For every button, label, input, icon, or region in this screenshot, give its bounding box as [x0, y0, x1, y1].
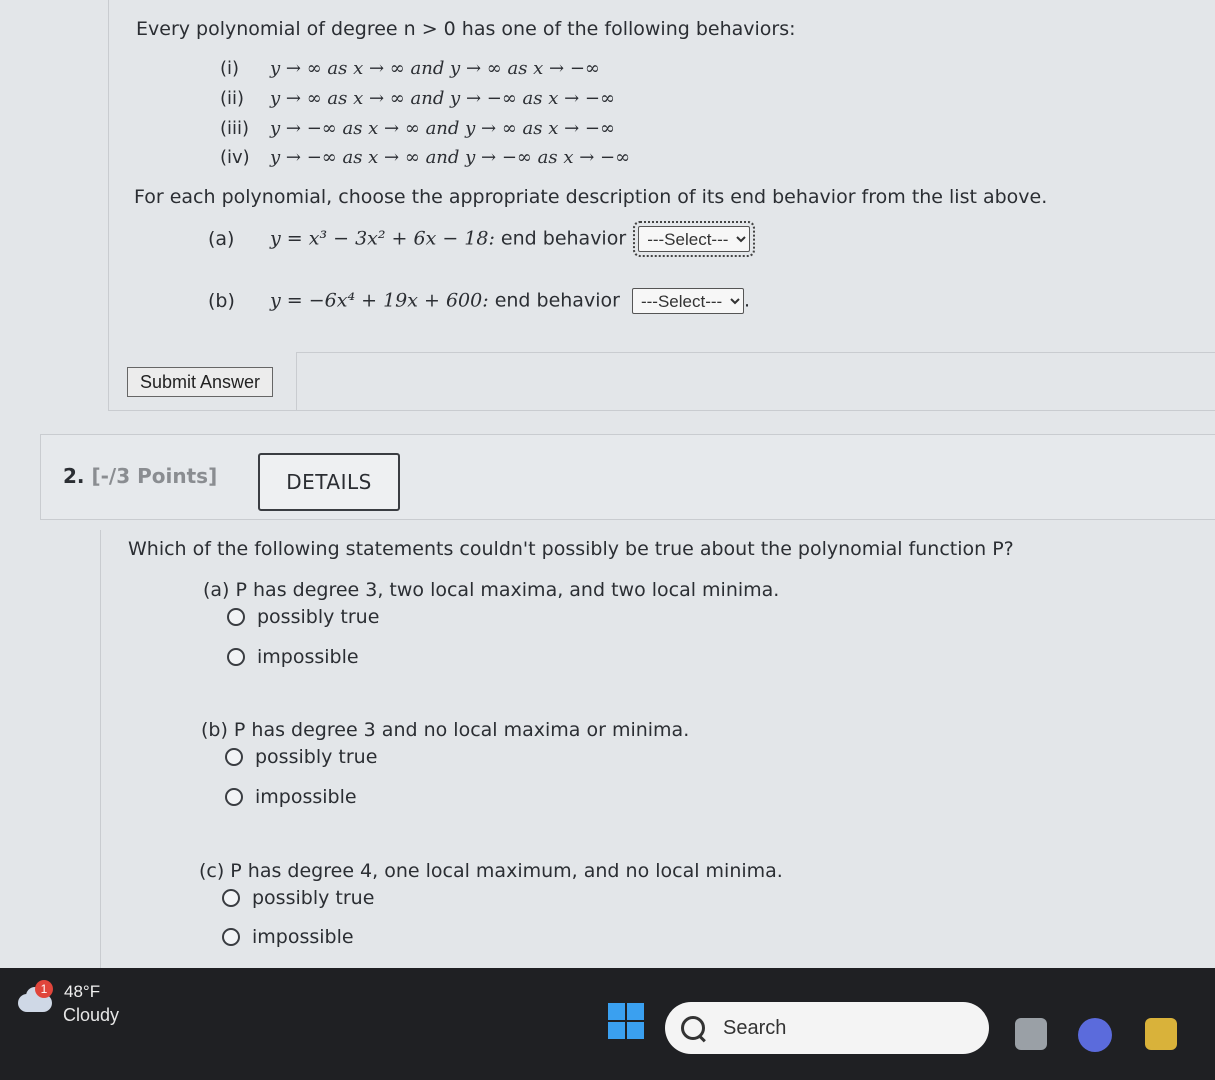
- behavior-text: y → ∞ as x → ∞ and y → ∞ as x → −∞: [270, 58, 600, 79]
- option-label: possibly true: [255, 746, 378, 768]
- part-b: (b) y = −6x⁴ + 19x + 600: end behavior --…: [208, 288, 750, 314]
- divider: [296, 352, 297, 410]
- question-points: [-/3 Points]: [91, 464, 218, 488]
- behavior-number: (i): [220, 58, 240, 79]
- radio-button[interactable]: [222, 889, 240, 907]
- q2-part-a-option-impossible[interactable]: impossible: [227, 646, 359, 668]
- q2-part-a-label: (a) P has degree 3, two local maxima, an…: [203, 579, 780, 601]
- windows-start-icon[interactable]: [608, 1003, 644, 1039]
- behavior-number: (ii): [220, 88, 245, 109]
- question-1-prompt: For each polynomial, choose the appropri…: [134, 186, 1048, 208]
- q2-part-a-option-possibly-true[interactable]: possibly true: [227, 606, 379, 628]
- file-explorer-icon[interactable]: [1015, 1018, 1047, 1050]
- question-2-number: 2. [-/3 Points]: [63, 464, 217, 488]
- option-label: possibly true: [257, 606, 380, 628]
- behavior-text: y → ∞ as x → ∞ and y → −∞ as x → −∞: [270, 88, 615, 109]
- option-label: possibly true: [252, 887, 375, 909]
- behavior-item: (i) y → ∞ as x → ∞ and y → ∞ as x → −∞: [220, 58, 600, 79]
- q2-part-c-label: (c) P has degree 4, one local maximum, a…: [199, 860, 783, 882]
- submit-answer-button[interactable]: Submit Answer: [127, 367, 273, 397]
- part-equation: y = x³ − 3x² + 6x − 18:: [270, 227, 495, 250]
- end-behavior-select-b[interactable]: ---Select---: [631, 288, 744, 314]
- app-icon[interactable]: [1145, 1018, 1177, 1050]
- q2-part-b-label: (b) P has degree 3 and no local maxima o…: [201, 719, 690, 741]
- option-label: impossible: [257, 646, 359, 668]
- behavior-item: (ii) y → ∞ as x → ∞ and y → −∞ as x → −∞: [220, 88, 615, 109]
- radio-button[interactable]: [227, 648, 245, 666]
- option-label: impossible: [252, 926, 354, 948]
- behavior-number: (iv): [220, 147, 250, 168]
- page-content: Every polynomial of degree n > 0 has one…: [0, 0, 1215, 968]
- radio-button[interactable]: [227, 608, 245, 626]
- question-2-left-border: [100, 530, 101, 968]
- taskbar-search-box[interactable]: Search: [665, 1002, 989, 1054]
- q2-part-b-option-possibly-true[interactable]: possibly true: [225, 746, 377, 768]
- part-end-punctuation: .: [743, 289, 751, 312]
- end-behavior-select-a[interactable]: ---Select---: [633, 221, 756, 257]
- part-suffix: end behavior: [494, 289, 620, 312]
- q2-part-c-option-possibly-true[interactable]: possibly true: [222, 887, 374, 909]
- weather-condition: Cloudy: [63, 1005, 120, 1025]
- behavior-text: y → −∞ as x → ∞ and y → −∞ as x → −∞: [270, 147, 631, 168]
- radio-button[interactable]: [225, 748, 243, 766]
- part-label: (a): [208, 227, 235, 250]
- part-label: (b): [208, 289, 235, 312]
- behavior-item: (iv) y → −∞ as x → ∞ and y → −∞ as x → −∞: [220, 147, 630, 168]
- q2-part-c-option-impossible[interactable]: impossible: [222, 926, 354, 948]
- question-1-intro: Every polynomial of degree n > 0 has one…: [136, 18, 796, 40]
- search-label: Search: [723, 1016, 787, 1039]
- notification-badge: 1: [35, 980, 53, 998]
- option-label: impossible: [255, 786, 357, 808]
- radio-button[interactable]: [225, 788, 243, 806]
- weather-temperature: 48°F: [64, 982, 101, 1001]
- teams-icon[interactable]: [1078, 1018, 1112, 1052]
- behavior-item: (iii) y → −∞ as x → ∞ and y → ∞ as x → −∞: [220, 118, 615, 139]
- part-suffix: end behavior: [500, 227, 627, 250]
- q2-part-b-option-impossible[interactable]: impossible: [225, 786, 357, 808]
- search-icon: [681, 1016, 705, 1040]
- details-button[interactable]: DETAILS: [258, 453, 400, 511]
- part-a: (a) y = x³ − 3x² + 6x − 18: end behavior …: [208, 221, 756, 257]
- part-equation: y = −6x⁴ + 19x + 600:: [270, 289, 489, 312]
- radio-button[interactable]: [222, 928, 240, 946]
- question-number: 2.: [63, 464, 85, 488]
- behavior-text: y → −∞ as x → ∞ and y → ∞ as x → −∞: [270, 118, 615, 139]
- behavior-number: (iii): [220, 118, 250, 139]
- question-2-text: Which of the following statements couldn…: [128, 538, 1014, 560]
- divider: [296, 352, 1215, 353]
